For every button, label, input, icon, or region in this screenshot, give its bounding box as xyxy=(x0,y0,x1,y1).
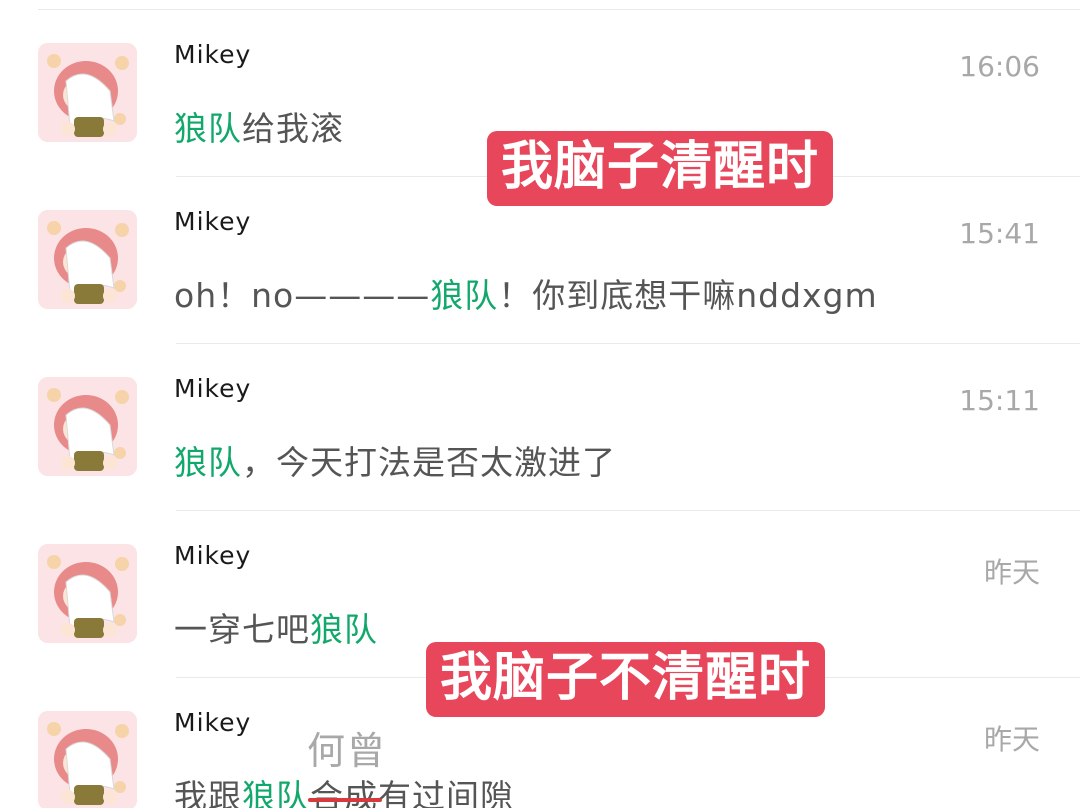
anime-girl-avatar-icon[interactable] xyxy=(38,210,137,309)
message-time: 15:41 xyxy=(959,217,1040,250)
anime-girl-avatar-icon[interactable] xyxy=(38,377,137,476)
struck-text: 合成 xyxy=(310,777,378,808)
highlight-keyword: 狼队 xyxy=(174,443,242,482)
contact-name: Mikey xyxy=(174,708,252,737)
anime-girl-avatar-icon[interactable] xyxy=(38,711,137,808)
message-text: oh！no—— xyxy=(174,276,363,315)
highlight-keyword: 狼队 xyxy=(174,109,242,148)
highlight-keyword: 狼队 xyxy=(310,610,378,649)
message-text: —— xyxy=(362,276,431,315)
contact-name: Mikey xyxy=(174,40,252,69)
message-time: 昨天 xyxy=(983,556,1040,589)
message-preview: 狼队给我滚 xyxy=(174,102,344,150)
message-text: ！你到底想干嘛nddxgm xyxy=(498,276,878,315)
message-preview: 我跟狼队合成有过间隙 xyxy=(174,770,514,808)
caption-bottom: 我脑子不清醒时 xyxy=(426,642,826,718)
message-time: 昨天 xyxy=(983,723,1040,756)
message-time: 15:11 xyxy=(959,384,1040,417)
contact-name: Mikey xyxy=(174,374,252,403)
highlight-keyword: 狼队 xyxy=(430,276,499,315)
highlight-keyword: 狼队 xyxy=(242,777,310,808)
message-preview: 狼队，今天打法是否太激进了 xyxy=(174,436,616,484)
message-text: 一穿七吧 xyxy=(174,610,310,649)
message-text: 有过间隙 xyxy=(378,777,514,808)
anime-girl-avatar-icon[interactable] xyxy=(38,544,137,643)
message-text: 我跟 xyxy=(174,777,242,808)
chat-item[interactable]: Mikey 15:11 狼队，今天打法是否太激进了 xyxy=(0,334,1080,501)
anime-girl-avatar-icon[interactable] xyxy=(38,43,137,142)
contact-name: Mikey xyxy=(174,207,252,236)
contact-name: Mikey xyxy=(174,541,252,570)
chat-list-screen: Mikey 16:06 狼队给我滚 Mikey 15:41 oh！no————狼… xyxy=(0,0,1080,808)
message-preview: oh！no————狼队！你到底想干嘛nddxgm xyxy=(174,269,878,317)
correction-annotation: 何曾 xyxy=(307,729,388,773)
caption-top: 我脑子清醒时 xyxy=(487,131,834,207)
message-text: ，今天打法是否太激进了 xyxy=(242,443,616,482)
message-preview: 一穿七吧狼队 xyxy=(174,603,378,651)
message-text: 给我滚 xyxy=(242,109,344,148)
message-time: 16:06 xyxy=(959,50,1040,83)
